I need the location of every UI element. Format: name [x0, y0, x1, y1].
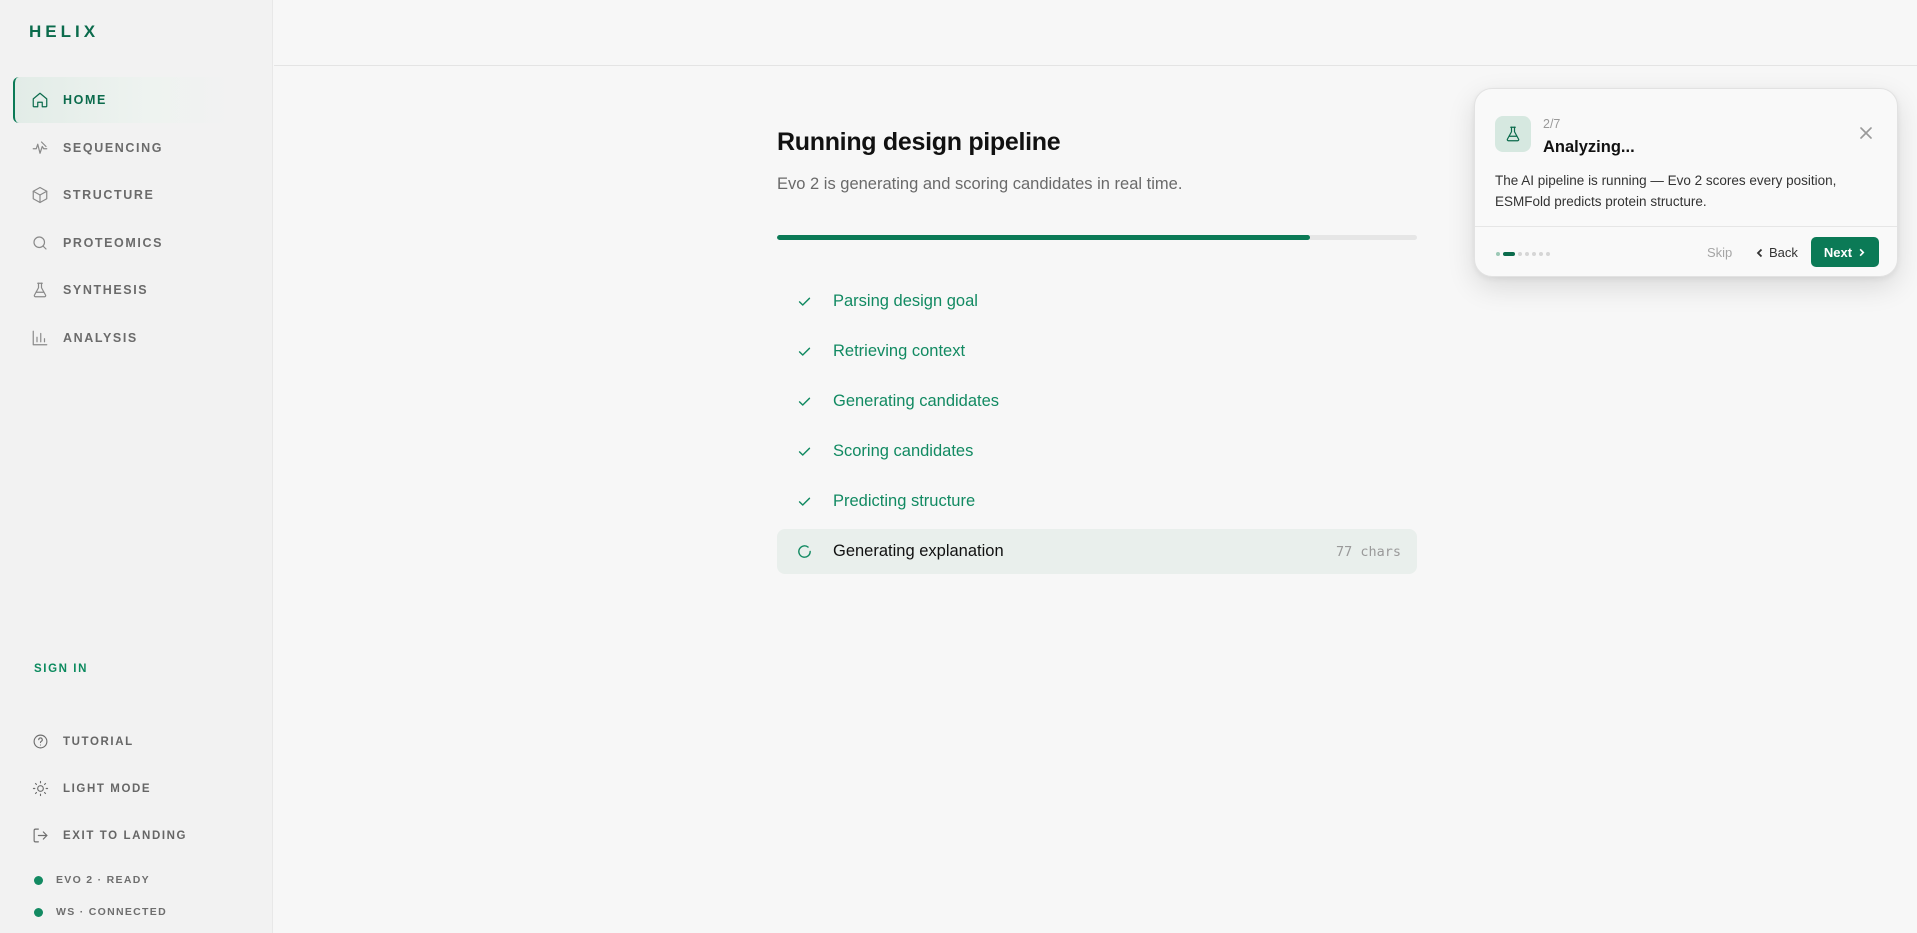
pipeline-steps: Parsing design goal Retrieving context G… [777, 279, 1417, 579]
sidebar-item-synthesis[interactable]: SYNTHESIS [13, 267, 236, 313]
cube-icon [30, 185, 50, 205]
status-text: WS · CONNECTED [56, 906, 167, 918]
page-subtitle: Evo 2 is generating and scoring candidat… [777, 175, 1183, 193]
tour-dot [1525, 252, 1529, 256]
sidebar-item-home[interactable]: HOME [13, 77, 236, 123]
step-label: Generating explanation [833, 542, 1004, 560]
sidebar-item-label: PROTEOMICS [63, 235, 164, 250]
sun-icon [30, 779, 50, 799]
status-dot [34, 875, 43, 885]
tour-progress-dots [1496, 252, 1550, 256]
spinner-icon [795, 543, 813, 561]
step-label: Retrieving context [833, 342, 966, 360]
search-icon [30, 233, 50, 253]
tutorial-button[interactable]: TUTORIAL [30, 718, 240, 765]
pipeline-step: Predicting structure [777, 479, 1417, 524]
tour-step-counter: 2/7 [1543, 117, 1561, 131]
bar-chart-icon [30, 328, 50, 348]
step-label: Parsing design goal [833, 292, 978, 310]
check-icon [795, 493, 813, 511]
sidebar-item-label: SEQUENCING [63, 140, 164, 155]
check-icon [795, 343, 813, 361]
sidebar-item-label: HOME [63, 93, 107, 107]
sidebar-bottom-nav: TUTORIAL LIGHT MODE EXIT TO LANDING [30, 718, 240, 859]
pipeline-step-current: Generating explanation 77 chars [777, 529, 1417, 574]
flask-icon [30, 280, 50, 300]
check-icon [795, 393, 813, 411]
pipeline-step: Generating candidates [777, 379, 1417, 424]
ws-status: WS · CONNECTED [34, 906, 167, 918]
exit-to-landing-button[interactable]: EXIT TO LANDING [30, 812, 240, 859]
bottom-item-label: EXIT TO LANDING [63, 829, 188, 842]
divider [1475, 226, 1897, 227]
log-out-icon [30, 826, 50, 846]
char-count: 77 chars [1335, 543, 1401, 560]
pipeline-step: Parsing design goal [777, 279, 1417, 324]
sidebar-item-label: SYNTHESIS [63, 283, 149, 297]
sidebar: HELIX HOME SEQUENCING STRUCTURE PROTEOMI… [0, 0, 273, 933]
progress-fill [777, 235, 1311, 240]
home-icon [30, 90, 50, 110]
tour-dot [1539, 252, 1543, 256]
next-button[interactable]: Next [1811, 237, 1879, 267]
help-circle-icon [30, 732, 50, 752]
tour-title: Analyzing... [1543, 138, 1635, 156]
status-dot [34, 907, 43, 917]
tour-dot [1503, 252, 1515, 256]
skip-button[interactable]: Skip [1707, 245, 1732, 260]
page-title: Running design pipeline [777, 128, 1061, 156]
sidebar-item-label: ANALYSIS [63, 330, 138, 345]
tour-dot [1518, 252, 1522, 256]
back-button[interactable]: Back [1755, 245, 1798, 260]
app-logo[interactable]: HELIX [29, 22, 99, 42]
bottom-item-label: TUTORIAL [63, 735, 134, 748]
sidebar-item-structure[interactable]: STRUCTURE [13, 172, 236, 218]
light-mode-toggle[interactable]: LIGHT MODE [30, 765, 240, 812]
sequencing-icon [30, 138, 50, 158]
sidebar-item-sequencing[interactable]: SEQUENCING [13, 125, 236, 171]
tour-dot [1496, 252, 1500, 256]
flask-icon [1495, 116, 1531, 152]
close-icon[interactable] [1859, 126, 1873, 140]
tour-dot [1546, 252, 1550, 256]
step-label: Predicting structure [833, 492, 976, 510]
top-bar [274, 0, 1917, 66]
step-label: Scoring candidates [833, 442, 974, 460]
sidebar-item-analysis[interactable]: ANALYSIS [13, 315, 236, 361]
tour-body: The AI pipeline is running — Evo 2 score… [1495, 173, 1837, 209]
sign-in-link[interactable]: SIGN IN [34, 663, 88, 675]
check-icon [795, 443, 813, 461]
back-button-label: Back [1769, 245, 1798, 260]
chevron-right-icon [1859, 248, 1865, 256]
main-nav: HOME SEQUENCING STRUCTURE PROTEOMICS SYN… [13, 77, 236, 362]
bottom-item-label: LIGHT MODE [63, 782, 152, 795]
tutorial-popover: 2/7 Analyzing... The AI pipeline is runn… [1474, 88, 1898, 277]
sidebar-item-proteomics[interactable]: PROTEOMICS [13, 220, 236, 266]
sidebar-item-label: STRUCTURE [63, 188, 155, 202]
chevron-left-icon [1756, 248, 1763, 257]
evo2-status: EVO 2 · READY [34, 874, 150, 886]
pipeline-step: Scoring candidates [777, 429, 1417, 474]
next-button-label: Next [1823, 244, 1853, 260]
pipeline-step: Retrieving context [777, 329, 1417, 374]
step-label: Generating candidates [833, 392, 1000, 410]
tour-dot [1532, 252, 1536, 256]
check-icon [795, 293, 813, 311]
pipeline-progress-bar [777, 235, 1417, 240]
status-text: EVO 2 · READY [56, 874, 150, 886]
